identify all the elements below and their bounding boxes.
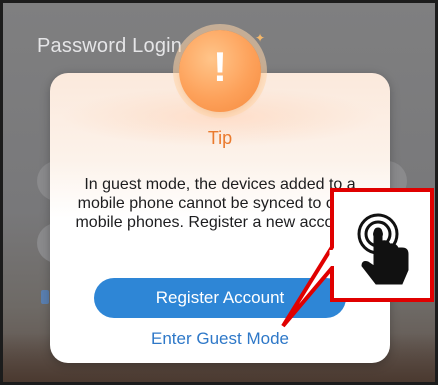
background-page-title: Password Login bbox=[37, 35, 183, 57]
tip-dialog: Tip In guest mode, the devices added to … bbox=[50, 73, 390, 363]
app-screen: Password Login Tip In guest mode, the de… bbox=[0, 0, 438, 385]
sparkle-icon: ✦ bbox=[255, 31, 266, 45]
warning-exclamation-icon: ! bbox=[179, 30, 261, 112]
background-link-marker bbox=[41, 290, 49, 304]
dialog-title: Tip bbox=[207, 128, 233, 148]
enter-guest-mode-link[interactable]: Enter Guest Mode bbox=[50, 329, 390, 349]
dialog-message: In guest mode, the devices added to a mo… bbox=[75, 176, 365, 231]
tap-gesture-icon bbox=[357, 213, 409, 285]
register-account-button[interactable]: Register Account bbox=[94, 278, 346, 318]
